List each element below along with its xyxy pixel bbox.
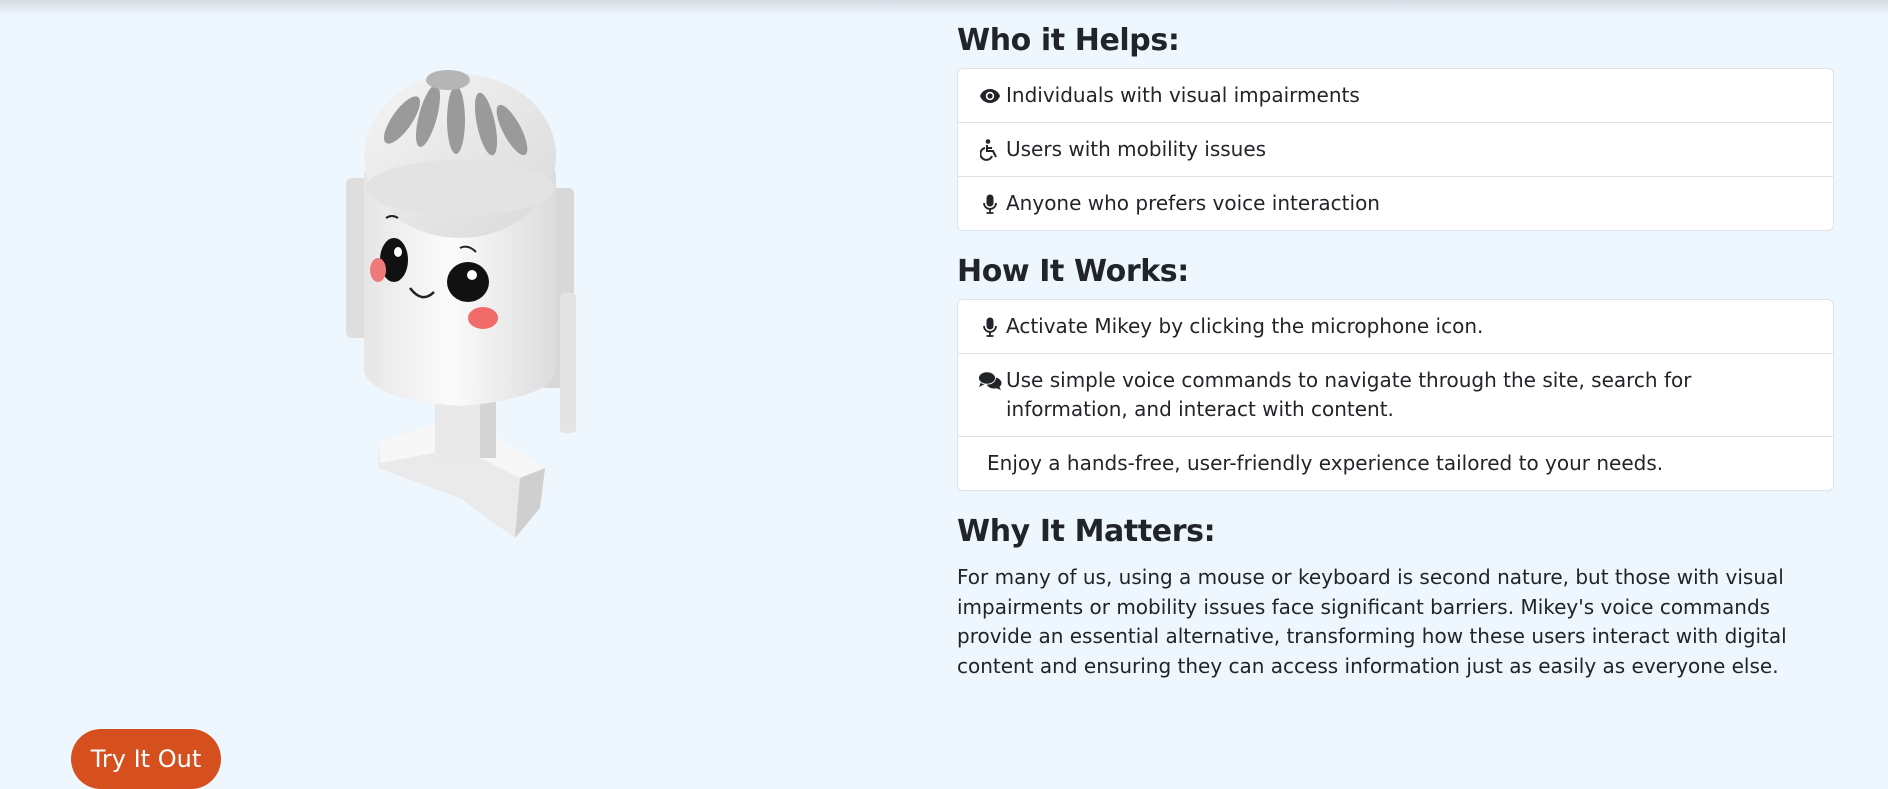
mikey-mascot-image xyxy=(346,70,576,538)
why-it-matters-heading: Why It Matters: xyxy=(957,514,1216,549)
microphone-icon xyxy=(978,189,1002,218)
info-column: Who it Helps: Individuals with visual im… xyxy=(957,18,1834,681)
how-it-works-heading: How It Works: xyxy=(957,254,1189,289)
comments-icon xyxy=(978,366,1002,395)
list-item: Users with mobility issues xyxy=(958,122,1833,176)
header-shadow xyxy=(0,0,1888,16)
list-item: Use simple voice commands to navigate th… xyxy=(958,353,1833,436)
list-item-text: Enjoy a hands-free, user-friendly experi… xyxy=(987,451,1664,475)
list-item-text: Users with mobility issues xyxy=(1006,137,1267,161)
list-item: Anyone who prefers voice interaction xyxy=(958,176,1833,230)
try-it-out-button[interactable]: Try It Out xyxy=(71,729,221,789)
who-it-helps-heading: Who it Helps: xyxy=(957,23,1180,58)
wheelchair-icon xyxy=(978,135,1002,164)
microphone-icon xyxy=(978,312,1002,341)
list-item: Individuals with visual impairments xyxy=(958,69,1833,122)
blank-icon xyxy=(978,449,983,478)
list-item-text: Use simple voice commands to navigate th… xyxy=(1006,368,1692,421)
who-it-helps-list: Individuals with visual impairments User… xyxy=(957,68,1834,231)
list-item-text: Activate Mikey by clicking the microphon… xyxy=(1006,314,1484,338)
list-item-text: Anyone who prefers voice interaction xyxy=(1006,191,1380,215)
why-it-matters-text: For many of us, using a mouse or keyboar… xyxy=(957,565,1787,678)
list-item: Activate Mikey by clicking the microphon… xyxy=(958,300,1833,353)
how-it-works-list: Activate Mikey by clicking the microphon… xyxy=(957,299,1834,491)
list-item: Enjoy a hands-free, user-friendly experi… xyxy=(958,436,1833,490)
eye-icon xyxy=(978,81,1002,110)
list-item-text: Individuals with visual impairments xyxy=(1006,83,1360,107)
